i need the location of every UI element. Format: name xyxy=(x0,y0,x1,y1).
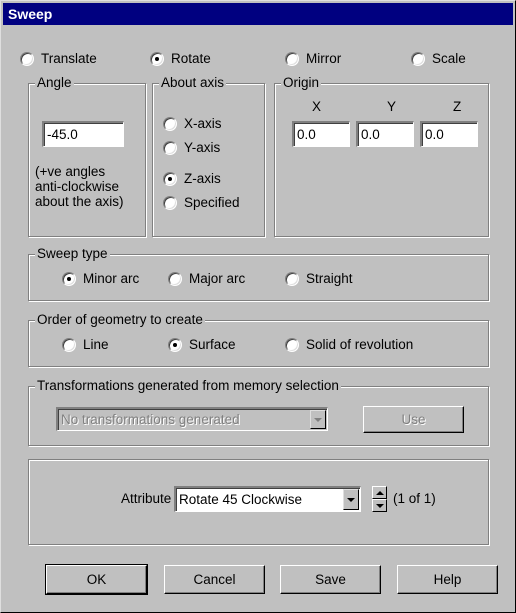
y-axis-label: Y-axis xyxy=(184,140,221,155)
solid-of-revolution-label: Solid of revolution xyxy=(306,337,414,352)
attribute-spin-down[interactable] xyxy=(372,499,387,512)
major-arc-label: Major arc xyxy=(189,271,246,286)
z-axis-radio[interactable]: Z-axis xyxy=(163,171,221,186)
use-button-label: Use xyxy=(401,412,426,427)
major-arc-radio[interactable]: Major arc xyxy=(168,271,245,286)
straight-label: Straight xyxy=(306,271,353,286)
attribute-combo-arrow[interactable] xyxy=(343,489,359,510)
origin-y-label: Y xyxy=(387,99,397,114)
transformations-combo-arrow[interactable] xyxy=(310,410,326,429)
ok-button-label: OK xyxy=(86,572,107,587)
minor-arc-radio[interactable]: Minor arc xyxy=(62,271,139,286)
line-radio[interactable]: Line xyxy=(62,337,109,352)
attribute-panel: Attribute Rotate 45 Clockwise (1 of 1) xyxy=(28,459,489,545)
sweep-type-group-label: Sweep type xyxy=(35,246,110,262)
transformations-group: Transformations generated from memory se… xyxy=(28,378,489,446)
rotate-label: Rotate xyxy=(171,51,211,66)
title-bar: Sweep xyxy=(3,3,513,25)
origin-y-input[interactable] xyxy=(356,121,414,147)
angle-input[interactable] xyxy=(42,121,124,147)
attribute-combo[interactable]: Rotate 45 Clockwise xyxy=(174,486,361,512)
line-label: Line xyxy=(83,337,109,352)
x-axis-radio[interactable]: X-axis xyxy=(163,116,222,131)
radio-circle-line xyxy=(62,337,76,352)
radio-circle-x-axis xyxy=(163,116,177,131)
scale-label: Scale xyxy=(432,51,466,66)
use-button[interactable]: Use xyxy=(363,406,464,433)
origin-group: Origin X Y Z xyxy=(274,75,489,237)
angle-group-label: Angle xyxy=(35,75,74,91)
attribute-spin-up[interactable] xyxy=(372,486,387,499)
surface-label: Surface xyxy=(189,337,236,352)
attribute-combo-value: Rotate 45 Clockwise xyxy=(179,492,303,507)
radio-circle-straight xyxy=(285,271,299,286)
translate-radio[interactable]: Translate xyxy=(20,51,97,66)
specified-radio[interactable]: Specified xyxy=(163,195,240,210)
chevron-down-icon xyxy=(375,503,384,508)
origin-z-input[interactable] xyxy=(420,121,478,147)
order-group: Order of geometry to create Line Surface… xyxy=(28,312,489,367)
radio-circle-rotate xyxy=(150,51,164,66)
z-axis-label: Z-axis xyxy=(184,171,221,186)
radio-circle-translate xyxy=(20,51,34,66)
scale-radio[interactable]: Scale xyxy=(411,51,466,66)
x-axis-label: X-axis xyxy=(184,116,222,131)
attribute-label: Attribute xyxy=(121,491,172,506)
rotate-radio[interactable]: Rotate xyxy=(150,51,211,66)
surface-radio[interactable]: Surface xyxy=(168,337,236,352)
origin-x-input[interactable] xyxy=(292,121,350,147)
radio-circle-surface xyxy=(168,337,182,352)
angle-note-line-1: (+ve angles xyxy=(35,164,106,179)
angle-group: Angle (+ve angles anti-clockwise about t… xyxy=(28,75,146,237)
radio-circle-z-axis xyxy=(163,171,177,186)
sweep-dialog: Sweep Translate Rotate Mirror Scale Angl… xyxy=(0,0,516,613)
cancel-button-label: Cancel xyxy=(193,572,236,587)
ok-button[interactable]: OK xyxy=(45,564,148,595)
about-axis-group-label: About axis xyxy=(159,75,227,91)
origin-group-label: Origin xyxy=(281,75,322,91)
chevron-down-icon xyxy=(314,417,322,422)
origin-x-label: X xyxy=(312,99,322,114)
radio-circle-y-axis xyxy=(163,140,177,155)
radio-circle-minor-arc xyxy=(62,271,76,286)
transformations-combo-value: No transformations generated xyxy=(61,412,240,427)
translate-label: Translate xyxy=(41,51,97,66)
order-group-label: Order of geometry to create xyxy=(35,312,205,328)
chevron-up-icon xyxy=(375,490,384,495)
about-axis-group: About axis X-axis Y-axis Z-axis Specifie… xyxy=(152,75,265,237)
transformations-combo[interactable]: No transformations generated xyxy=(56,407,328,431)
straight-radio[interactable]: Straight xyxy=(285,271,353,286)
help-button[interactable]: Help xyxy=(397,565,498,594)
radio-circle-scale xyxy=(411,51,425,66)
radio-circle-major-arc xyxy=(168,271,182,286)
minor-arc-label: Minor arc xyxy=(83,271,140,286)
save-button-label: Save xyxy=(315,572,346,587)
help-button-label: Help xyxy=(433,572,462,587)
angle-note-line-3: about the axis) xyxy=(35,194,124,209)
mirror-radio[interactable]: Mirror xyxy=(285,51,341,66)
origin-z-label: Z xyxy=(453,99,462,114)
solid-of-revolution-radio[interactable]: Solid of revolution xyxy=(285,337,413,352)
specified-label: Specified xyxy=(184,195,240,210)
angle-note-line-2: anti-clockwise xyxy=(35,179,120,194)
radio-circle-solid xyxy=(285,337,299,352)
radio-circle-mirror xyxy=(285,51,299,66)
radio-circle-specified xyxy=(163,195,177,210)
mirror-label: Mirror xyxy=(306,51,342,66)
cancel-button[interactable]: Cancel xyxy=(164,565,265,594)
y-axis-radio[interactable]: Y-axis xyxy=(163,140,220,155)
angle-note: (+ve angles anti-clockwise about the axi… xyxy=(35,164,124,209)
attribute-count: (1 of 1) xyxy=(393,491,436,506)
chevron-down-icon xyxy=(347,497,355,502)
transformations-group-label: Transformations generated from memory se… xyxy=(35,378,341,394)
save-button[interactable]: Save xyxy=(280,565,381,594)
sweep-type-group: Sweep type Minor arc Major arc Straight xyxy=(28,246,489,301)
